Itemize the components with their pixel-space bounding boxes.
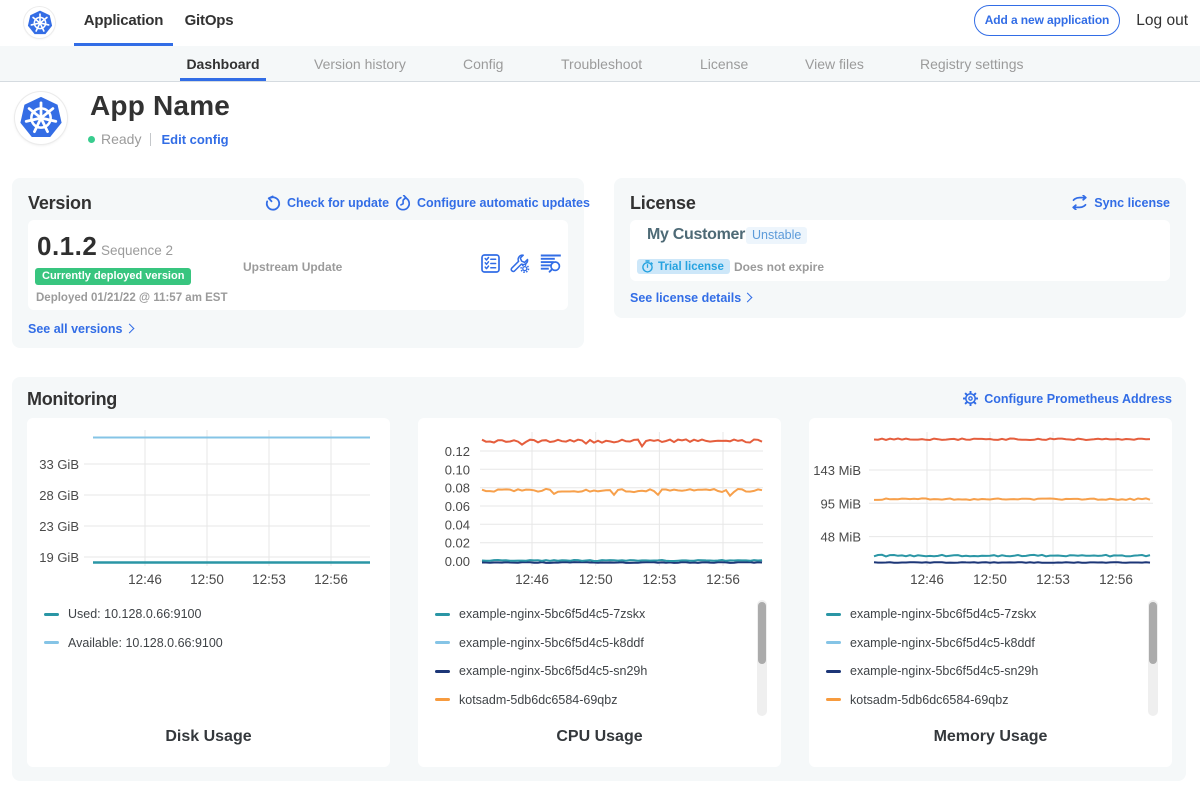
svg-text:0.00: 0.00 xyxy=(445,554,470,569)
svg-text:12:56: 12:56 xyxy=(314,572,348,587)
svg-text:12:53: 12:53 xyxy=(252,572,286,587)
svg-text:48 MiB: 48 MiB xyxy=(821,530,861,545)
svg-text:12:50: 12:50 xyxy=(579,572,613,587)
svg-text:19 GiB: 19 GiB xyxy=(39,550,79,565)
svg-text:12:46: 12:46 xyxy=(515,572,549,587)
svg-text:143 MiB: 143 MiB xyxy=(813,463,861,478)
svg-text:12:46: 12:46 xyxy=(128,572,162,587)
svg-text:12:50: 12:50 xyxy=(973,572,1007,587)
svg-text:0.06: 0.06 xyxy=(445,499,470,514)
svg-text:12:56: 12:56 xyxy=(1099,572,1133,587)
svg-text:0.10: 0.10 xyxy=(445,462,470,477)
svg-text:12:53: 12:53 xyxy=(643,572,677,587)
svg-text:28 GiB: 28 GiB xyxy=(39,488,79,503)
svg-text:0.04: 0.04 xyxy=(445,517,470,532)
svg-text:12:53: 12:53 xyxy=(1036,572,1070,587)
svg-text:0.08: 0.08 xyxy=(445,481,470,496)
svg-text:0.12: 0.12 xyxy=(445,444,470,459)
svg-text:0.02: 0.02 xyxy=(445,536,470,551)
svg-text:12:50: 12:50 xyxy=(190,572,224,587)
svg-text:12:46: 12:46 xyxy=(910,572,944,587)
svg-text:12:56: 12:56 xyxy=(706,572,740,587)
svg-text:23 GiB: 23 GiB xyxy=(39,519,79,534)
svg-text:33 GiB: 33 GiB xyxy=(39,457,79,472)
svg-text:95 MiB: 95 MiB xyxy=(821,496,861,511)
